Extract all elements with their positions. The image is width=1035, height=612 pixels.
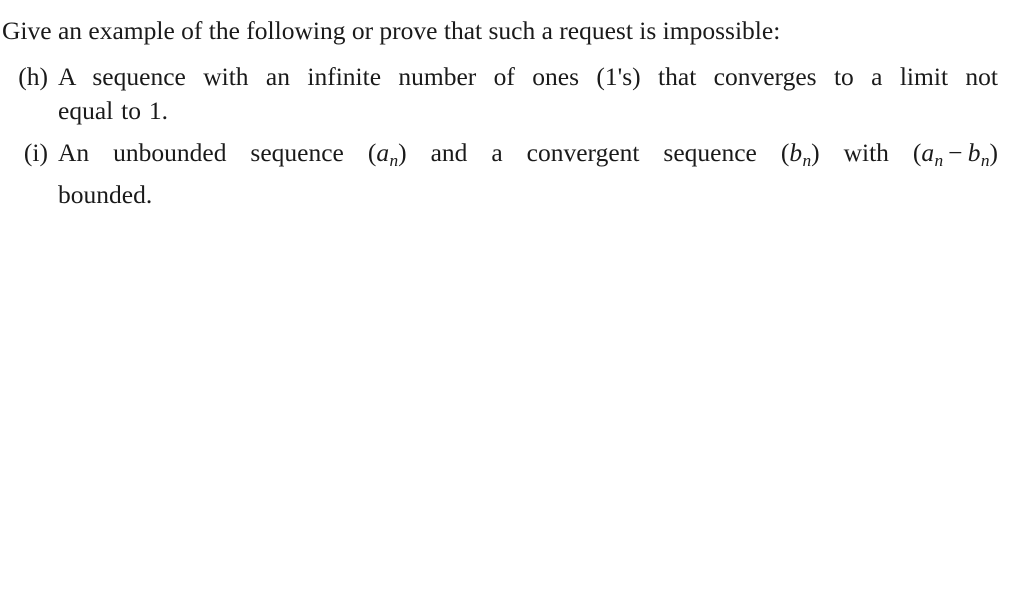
list-item-h: (h) A sequence with an infinite number o… bbox=[0, 60, 1000, 128]
list-item-label-i: (i) bbox=[23, 138, 48, 167]
list-item-i-text-part-3: with bbox=[843, 138, 889, 167]
list-item-body-i: An unbounded sequence (an) and a converg… bbox=[58, 136, 998, 212]
list-item-i-text-part-2: and a convergent sequence bbox=[430, 138, 757, 167]
math-subscript-n: n bbox=[802, 150, 812, 170]
math-variable-b: b bbox=[967, 138, 981, 167]
list-item-i-line-1: An unbounded sequence (an) and a converg… bbox=[58, 136, 998, 178]
intro-paragraph: Give an example of the following or prov… bbox=[2, 16, 781, 45]
math-subscript-n: n bbox=[980, 150, 990, 170]
math-variable-a: a bbox=[921, 138, 935, 167]
math-close-paren: ) bbox=[398, 138, 407, 167]
math-subscript-n: n bbox=[934, 150, 944, 170]
list-item-i-line-2: bounded. bbox=[58, 179, 153, 209]
math-variable-b: b bbox=[789, 138, 803, 167]
math-close-paren: ) bbox=[811, 138, 820, 167]
list-item-h-line-1: A sequence with an infinite number of on… bbox=[58, 62, 998, 91]
list-item-h-line-2: equal to 1. bbox=[58, 96, 168, 125]
math-expression-a-minus-b: (an − bn) bbox=[913, 138, 999, 170]
math-close-paren: ) bbox=[989, 138, 999, 167]
math-sequence-a-n: (an) bbox=[368, 138, 407, 170]
math-sequence-b-n: (bn) bbox=[781, 138, 820, 170]
document-page: Give an example of the following or prov… bbox=[0, 0, 1035, 612]
list-item-body-h: A sequence with an infinite number of on… bbox=[58, 60, 998, 128]
list-item-i: (i) An unbounded sequence (an) and a con… bbox=[0, 136, 1000, 212]
math-minus-operator: − bbox=[948, 138, 963, 167]
math-variable-a: a bbox=[376, 138, 390, 167]
list-item-i-text-part-1: An unbounded sequence bbox=[58, 138, 344, 167]
list-item-label-h: (h) bbox=[18, 62, 48, 91]
math-subscript-n: n bbox=[389, 150, 399, 170]
